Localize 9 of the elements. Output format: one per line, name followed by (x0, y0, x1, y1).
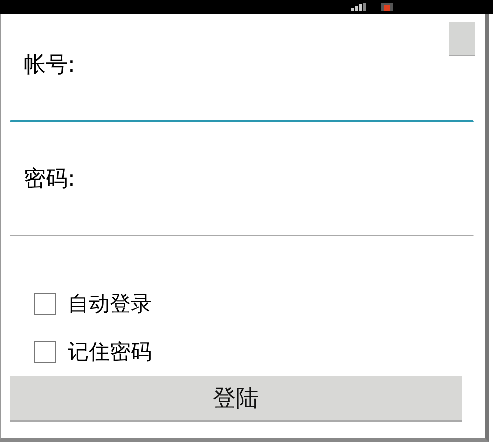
field-label: 帐号: (24, 52, 76, 80)
checkbox[interactable] (34, 293, 56, 315)
signal-icon (351, 3, 367, 11)
checkbox-label: 记住密码 (68, 339, 152, 366)
battery-icon (381, 3, 393, 11)
checkbox-label: 自动登录 (68, 291, 152, 318)
checkbox[interactable] (34, 341, 56, 363)
login-button[interactable]: 登陆 (10, 376, 462, 422)
field-label: 密码: (24, 166, 76, 194)
